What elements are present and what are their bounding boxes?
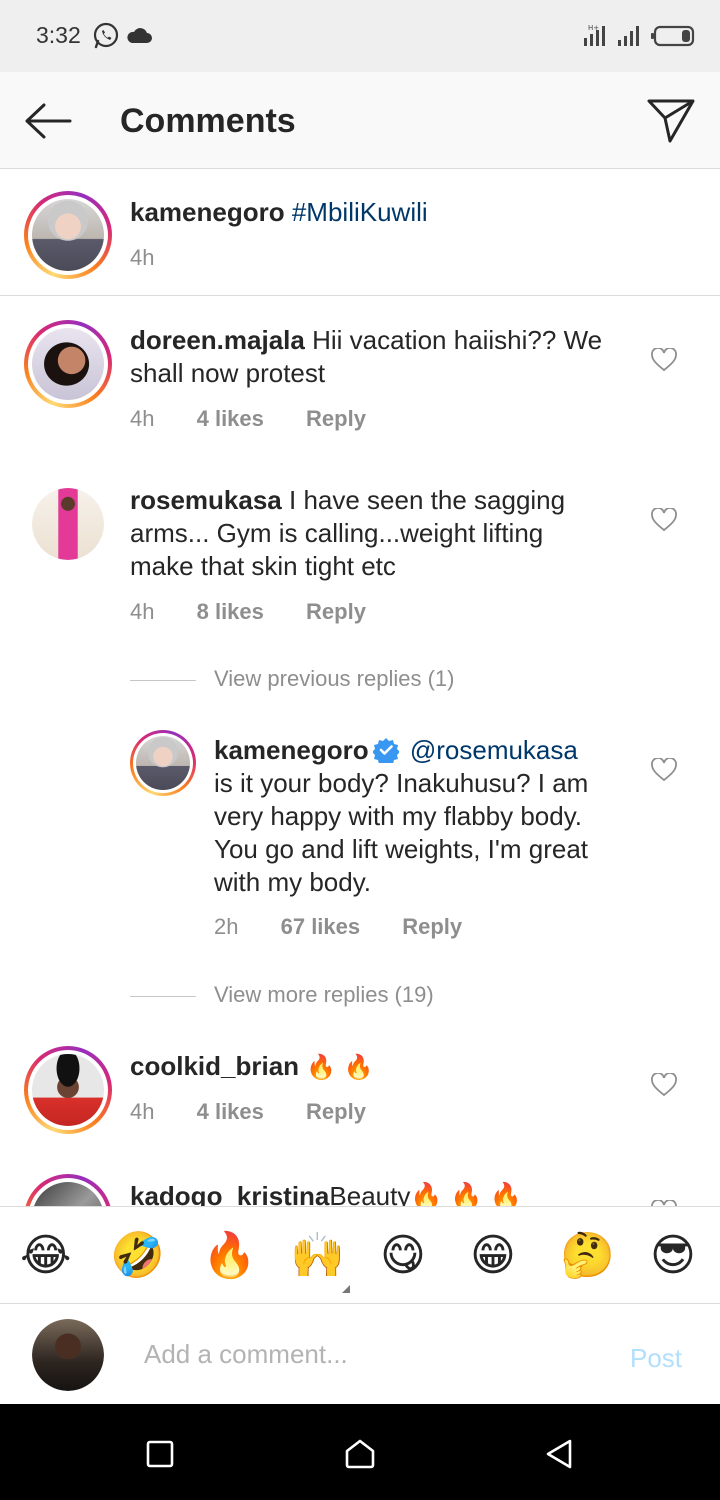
- back-arrow-icon[interactable]: [22, 100, 74, 142]
- comment-text: kadogo_kristinaBeauty🔥 🔥 🔥: [130, 1180, 522, 1206]
- heart-icon[interactable]: [651, 508, 677, 532]
- reply-body-line: is it your body? Inakuhusu? I am: [214, 768, 589, 798]
- comment-time: 4h: [130, 406, 155, 431]
- signal-icon-2: [618, 26, 639, 46]
- comment-composer: Post: [0, 1305, 720, 1404]
- heart-icon[interactable]: [651, 1073, 677, 1097]
- comment-body-line: shall now protest: [130, 358, 326, 388]
- reply-mention[interactable]: @rosemukasa: [410, 735, 578, 765]
- comment-likes[interactable]: 4 likes: [197, 406, 264, 431]
- view-more-replies-label: View more replies (19): [214, 982, 434, 1007]
- verified-icon: [372, 738, 399, 763]
- heart-icon[interactable]: [651, 758, 677, 782]
- comment-text: coolkid_brian 🔥 🔥: [130, 1050, 374, 1084]
- reply-likes[interactable]: 67 likes: [281, 914, 361, 939]
- comment-meta: 4h 8 likes Reply: [130, 599, 366, 625]
- emoji-fire[interactable]: 🔥: [202, 1231, 257, 1281]
- whatsapp-icon: [93, 22, 119, 49]
- avatar[interactable]: [32, 488, 104, 560]
- comment-time: 4h: [130, 1099, 155, 1124]
- comment-username[interactable]: doreen.majala: [130, 325, 305, 355]
- caption-username[interactable]: kamenegoro: [130, 197, 285, 227]
- reply-button[interactable]: Reply: [402, 914, 462, 939]
- emoji-raised-hands[interactable]: 🙌: [290, 1231, 345, 1281]
- view-previous-replies-label: View previous replies (1): [214, 666, 455, 691]
- comment-username[interactable]: kadogo_kristina: [130, 1181, 329, 1206]
- comment-likes[interactable]: 4 likes: [197, 1099, 264, 1124]
- comment-item: kadogo_kristinaBeauty🔥 🔥 🔥: [0, 1160, 720, 1206]
- comment-body-line: make that skin tight etc: [130, 551, 396, 581]
- avatar[interactable]: [24, 1046, 112, 1134]
- avatar[interactable]: [130, 730, 196, 796]
- comment-body: 🔥 🔥: [306, 1053, 374, 1081]
- status-time: 3:32: [36, 22, 81, 48]
- emoji-rofl[interactable]: 🤣: [110, 1231, 165, 1281]
- reply-body-line: with my body.: [214, 867, 372, 897]
- post-button[interactable]: Post: [630, 1343, 682, 1374]
- reply-text: kamenegoro @rosemukasa: [214, 734, 578, 767]
- svg-text:H+: H+: [588, 24, 599, 32]
- direct-message-icon[interactable]: [646, 96, 696, 144]
- emoji-sunglasses[interactable]: 😎: [650, 1231, 696, 1281]
- comment-likes[interactable]: 8 likes: [197, 599, 264, 624]
- emoji-thinking[interactable]: 🤔: [560, 1231, 615, 1281]
- comment-text: rosemukasa I have seen the sagging: [130, 484, 565, 517]
- reply-button[interactable]: Reply: [306, 1099, 366, 1124]
- reply-body-line: You go and lift weights, I'm great: [214, 834, 589, 864]
- reply-time: 2h: [214, 914, 239, 939]
- comment-body: Beauty🔥 🔥 🔥: [329, 1181, 522, 1206]
- my-avatar: [32, 1319, 104, 1391]
- comment-input[interactable]: [144, 1339, 564, 1370]
- caption-text: kamenegoro #MbiliKuwili: [130, 196, 428, 229]
- battery-icon: [651, 25, 695, 47]
- comment-body-line: Hii vacation haiishi?? We: [312, 325, 603, 355]
- comment-body-line: arms... Gym is calling...weight lifting: [130, 518, 544, 548]
- page-title: Comments: [120, 102, 296, 140]
- reply-meta: 2h 67 likes Reply: [214, 914, 462, 940]
- signal-icon: H+: [584, 24, 605, 46]
- reply-button[interactable]: Reply: [306, 599, 366, 624]
- comments-header: Comments: [0, 72, 720, 169]
- avatar[interactable]: [24, 320, 112, 408]
- view-previous-replies[interactable]: View previous replies (1): [130, 666, 454, 692]
- recent-apps-icon[interactable]: [146, 1440, 174, 1468]
- emoji-quick-bar: 😂 🤣 🔥 🙌 😋 😁 🤔 😎: [0, 1206, 720, 1304]
- caption-hashtag[interactable]: #MbiliKuwili: [292, 197, 428, 227]
- emoji-joy[interactable]: 😂: [20, 1231, 71, 1281]
- emoji-yum[interactable]: 😋: [380, 1231, 426, 1281]
- emoji-grin[interactable]: 😁: [470, 1231, 516, 1281]
- cloud-icon: [127, 28, 152, 43]
- reply-button[interactable]: Reply: [306, 406, 366, 431]
- comment-time: 4h: [130, 599, 155, 624]
- reply-username[interactable]: kamenegoro: [214, 735, 369, 765]
- comment-username[interactable]: coolkid_brian: [130, 1051, 299, 1081]
- caption-time: 4h: [130, 245, 155, 270]
- heart-icon[interactable]: [651, 348, 677, 372]
- avatar[interactable]: [24, 191, 112, 279]
- comment-meta: 4h 4 likes Reply: [130, 406, 366, 432]
- comment-body-line: I have seen the sagging: [289, 485, 566, 515]
- system-nav-bar: [0, 1404, 720, 1500]
- reply-body-line: very happy with my flabby body.: [214, 801, 583, 831]
- view-more-replies[interactable]: View more replies (19): [130, 982, 434, 1008]
- status-bar: 3:32 H+: [0, 0, 720, 72]
- emoji-skin-tone-indicator: [342, 1285, 350, 1293]
- comment-username[interactable]: rosemukasa: [130, 485, 282, 515]
- home-icon[interactable]: [344, 1438, 376, 1470]
- avatar[interactable]: [24, 1174, 112, 1206]
- comment-text: doreen.majala Hii vacation haiishi?? We: [130, 324, 602, 357]
- comment-meta: 4h 4 likes Reply: [130, 1099, 366, 1125]
- post-caption: kamenegoro #MbiliKuwili 4h: [0, 169, 720, 296]
- nav-back-icon[interactable]: [544, 1438, 574, 1470]
